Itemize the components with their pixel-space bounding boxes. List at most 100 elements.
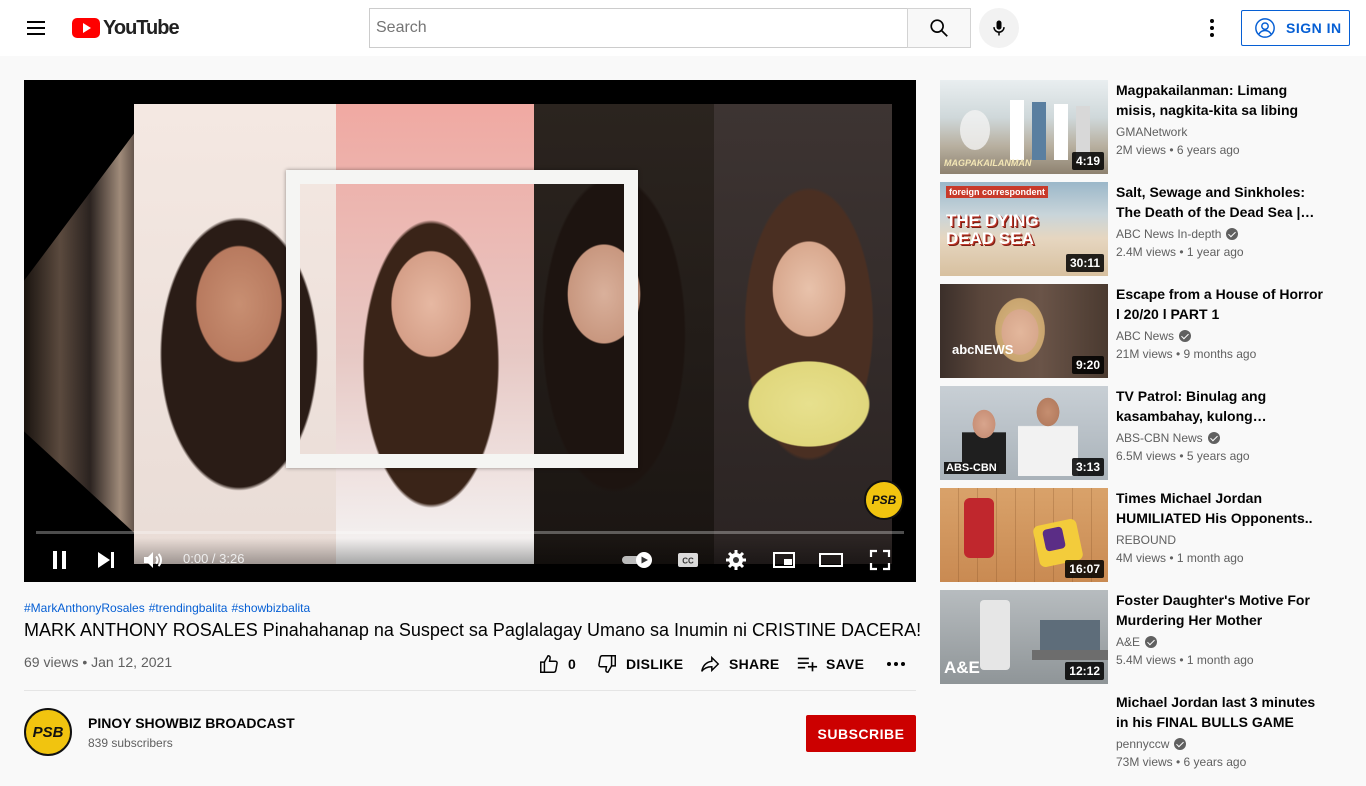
playlist-add-icon bbox=[797, 657, 818, 672]
video-duration: 12:12 bbox=[1065, 662, 1104, 680]
logo-text: YouTube bbox=[103, 16, 180, 39]
recommendation-item[interactable]: ABS-CBN 3:13 TV Patrol: Binulag ang kasa… bbox=[940, 386, 1340, 480]
subscriber-count: 839 subscribers bbox=[88, 736, 173, 750]
video-views-date: 69 views • Jan 12, 2021 bbox=[24, 654, 173, 670]
miniplayer-icon[interactable] bbox=[772, 548, 796, 572]
video-duration: 3:13 bbox=[1071, 458, 1104, 476]
like-count: 0 bbox=[568, 656, 577, 672]
video-thumbnail[interactable]: A&E 12:12 bbox=[940, 590, 1108, 684]
verified-check-icon bbox=[1179, 330, 1192, 342]
save-label: SAVE bbox=[826, 656, 865, 672]
recommendation-channel[interactable]: ABC News In-depth bbox=[1116, 227, 1239, 241]
recommendation-channel[interactable]: REBOUND bbox=[1116, 533, 1176, 547]
volume-icon[interactable] bbox=[141, 548, 165, 572]
recommendation-item[interactable]: A&E 12:12 Foster Daughter's Motive For M… bbox=[940, 590, 1340, 684]
recommendation-title[interactable]: Michael Jordan last 3 minutes in his FIN… bbox=[1116, 692, 1326, 732]
thumbnail-text: abcNEWS bbox=[952, 342, 1014, 357]
divider bbox=[24, 690, 916, 691]
pause-icon[interactable] bbox=[48, 548, 72, 572]
progress-bar[interactable] bbox=[36, 531, 904, 534]
verified-check-icon bbox=[1145, 636, 1158, 648]
recommendation-title[interactable]: Magpakailanman: Limang misis, nagkita-ki… bbox=[1116, 80, 1326, 120]
video-thumbnail[interactable]: foreign correspondent THE DYING DEAD SEA… bbox=[940, 182, 1108, 276]
recommendation-meta: 2.4M views • 1 year ago bbox=[1116, 245, 1244, 259]
share-button[interactable]: SHARE bbox=[699, 652, 780, 676]
channel-watermark[interactable]: PSB bbox=[864, 480, 904, 520]
dislike-label: DISLIKE bbox=[626, 656, 684, 672]
channel-name: GMANetwork bbox=[1116, 125, 1188, 139]
channel-name: REBOUND bbox=[1116, 533, 1177, 547]
thumbnail-tag: foreign correspondent bbox=[946, 186, 1049, 198]
video-player[interactable]: PSB 0:00 / 3:26 CC bbox=[24, 80, 916, 582]
next-icon[interactable] bbox=[94, 548, 118, 572]
recommendation-meta: 6.5M views • 5 years ago bbox=[1116, 449, 1250, 463]
account-icon bbox=[1255, 18, 1275, 38]
youtube-play-icon bbox=[72, 18, 100, 38]
photo-frame-overlay bbox=[286, 170, 638, 468]
recommendation-item[interactable]: MAGPAKAILANMAN 4:19 Magpakailanman: Lima… bbox=[940, 80, 1340, 174]
recommendation-channel[interactable]: ABS-CBN News bbox=[1116, 431, 1220, 445]
masthead: YouTube SIGN IN bbox=[0, 0, 1366, 56]
dislike-button[interactable]: DISLIKE bbox=[596, 652, 683, 676]
recommendation-title[interactable]: TV Patrol: Binulag ang kasambahay, kulon… bbox=[1116, 386, 1326, 426]
channel-name: ABC News In-depth bbox=[1116, 227, 1222, 241]
like-button[interactable]: 0 bbox=[538, 652, 576, 676]
video-thumbnail[interactable]: 16:07 bbox=[940, 488, 1108, 582]
recommendation-meta: 73M views • 6 years ago bbox=[1116, 755, 1247, 769]
video-thumbnail[interactable]: ABS-CBN 3:13 bbox=[940, 386, 1108, 480]
recommendation-title[interactable]: Escape from a House of Horror l 20/20 l … bbox=[1116, 284, 1326, 324]
settings-gear-icon[interactable] bbox=[724, 548, 748, 572]
hashtag-link[interactable]: #MarkAnthonyRosales bbox=[24, 601, 145, 615]
video-duration: 30:11 bbox=[1065, 254, 1104, 272]
microphone-icon bbox=[993, 20, 1005, 36]
channel-name: A&E bbox=[1116, 635, 1141, 649]
recommendation-item[interactable]: foreign correspondent THE DYING DEAD SEA… bbox=[940, 182, 1340, 276]
sign-in-button[interactable]: SIGN IN bbox=[1241, 10, 1350, 46]
player-controls: 0:00 / 3:26 CC bbox=[24, 538, 916, 582]
svg-text:CC: CC bbox=[682, 557, 694, 566]
recommendation-title[interactable]: Foster Daughter's Motive For Murdering H… bbox=[1116, 590, 1326, 630]
recommendation-title[interactable]: Salt, Sewage and Sinkholes: The Death of… bbox=[1116, 182, 1326, 222]
channel-name[interactable]: PINOY SHOWBIZ BROADCAST bbox=[88, 715, 295, 731]
save-button[interactable]: SAVE bbox=[796, 652, 864, 676]
recommendation-item[interactable]: abcNEWS 9:20 Escape from a House of Horr… bbox=[940, 284, 1340, 378]
subscribe-button[interactable]: SUBSCRIBE bbox=[806, 715, 916, 752]
video-thumbnail[interactable]: abcNEWS 9:20 bbox=[940, 284, 1108, 378]
search-button[interactable] bbox=[907, 8, 971, 48]
channel-avatar[interactable]: PSB bbox=[24, 708, 72, 756]
more-actions-icon[interactable] bbox=[884, 652, 916, 676]
channel-name: pennyccw bbox=[1116, 737, 1170, 751]
video-duration: 16:07 bbox=[1065, 560, 1104, 578]
recommendation-meta: 5.4M views • 1 month ago bbox=[1116, 653, 1254, 667]
recommendation-item[interactable]: 16:07 Times Michael Jordan HUMILIATED Hi… bbox=[940, 488, 1340, 582]
theater-mode-icon[interactable] bbox=[819, 548, 843, 572]
menu-icon[interactable] bbox=[24, 18, 48, 38]
share-icon bbox=[701, 655, 720, 673]
autoplay-toggle[interactable] bbox=[620, 548, 656, 572]
recommendation-item[interactable]: Michael Jordan last 3 minutes in his FIN… bbox=[940, 692, 1340, 786]
more-options-icon[interactable] bbox=[1200, 16, 1224, 40]
search-input[interactable] bbox=[369, 8, 908, 48]
recommendation-meta: 2M views • 6 years ago bbox=[1116, 143, 1240, 157]
youtube-logo[interactable]: YouTube bbox=[72, 16, 180, 39]
video-thumbnail[interactable] bbox=[940, 692, 1108, 786]
recommendation-meta: 21M views • 9 months ago bbox=[1116, 347, 1257, 361]
video-duration: 9:20 bbox=[1071, 356, 1104, 374]
hashtag-link[interactable]: #trendingbalita bbox=[149, 601, 228, 615]
fullscreen-icon[interactable] bbox=[868, 548, 892, 572]
recommendation-channel[interactable]: GMANetwork bbox=[1116, 125, 1187, 139]
video-duration: 4:19 bbox=[1071, 152, 1104, 170]
captions-icon[interactable]: CC bbox=[676, 548, 700, 572]
voice-search-button[interactable] bbox=[979, 8, 1019, 48]
thumbnail-text: THE DYING DEAD SEA bbox=[946, 211, 1039, 248]
video-thumbnail[interactable]: MAGPAKAILANMAN 4:19 bbox=[940, 80, 1108, 174]
recommendation-meta: 4M views • 1 month ago bbox=[1116, 551, 1244, 565]
verified-check-icon bbox=[1174, 738, 1187, 750]
recommendation-channel[interactable]: pennyccw bbox=[1116, 737, 1187, 751]
recommendation-channel[interactable]: A&E bbox=[1116, 635, 1158, 649]
recommendation-channel[interactable]: ABC News bbox=[1116, 329, 1192, 343]
recommendation-title[interactable]: Times Michael Jordan HUMILIATED His Oppo… bbox=[1116, 488, 1326, 528]
thumbnail-text: A&E bbox=[944, 658, 980, 677]
verified-check-icon bbox=[1226, 228, 1239, 240]
hashtag-link[interactable]: #showbizbalita bbox=[231, 601, 310, 615]
